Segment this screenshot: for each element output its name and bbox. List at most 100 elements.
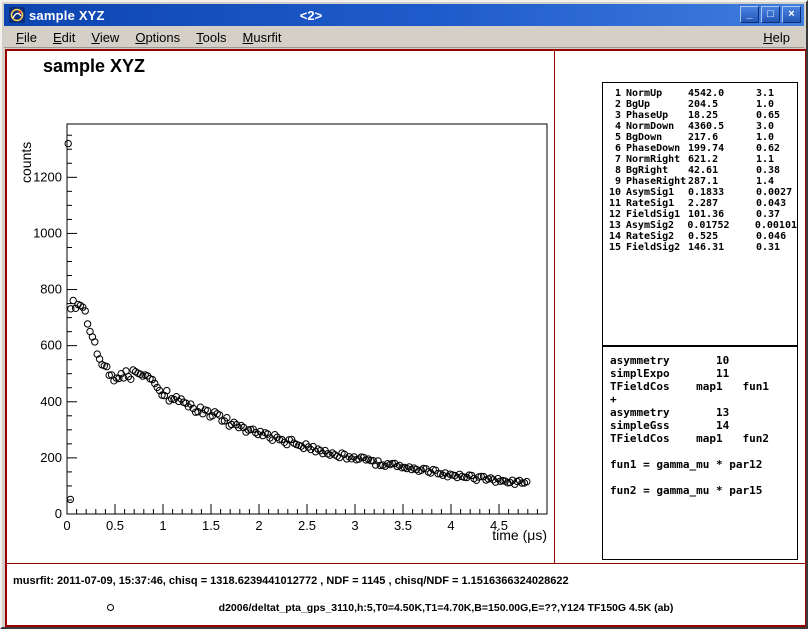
x-tick-label: 4: [447, 518, 454, 533]
x-tick-label: 1.5: [202, 518, 220, 533]
y-axis: 020040060080010001200: [33, 135, 77, 521]
parameter-pval: 621.2: [688, 154, 756, 165]
parameter-row: 9PhaseRight287.11.4: [607, 176, 797, 187]
parameter-row: 10AsymSig10.18330.0027: [607, 187, 797, 198]
parameter-pn: 11: [607, 198, 621, 209]
parameter-perr: 1.1: [756, 154, 797, 165]
parameter-pval: 199.74: [688, 143, 756, 154]
parameter-pname: NormRight: [626, 154, 688, 165]
parameter-pn: 2: [607, 99, 621, 110]
fit-info-text: musrfit: 2011-07-09, 15:37:46, chisq = 1…: [13, 575, 569, 587]
theory-line: TFieldCos map1 fun1: [610, 380, 797, 393]
y-tick-label: 800: [40, 282, 62, 297]
parameter-pval: 101.36: [688, 209, 756, 220]
parameter-perr: 1.4: [756, 176, 797, 187]
parameter-perr: 3.1: [756, 88, 797, 99]
parameter-perr: 0.046: [756, 231, 797, 242]
parameter-perr: 3.0: [756, 121, 797, 132]
parameters-box[interactable]: 1NormUp4542.03.12BgUp204.51.03PhaseUp18.…: [602, 82, 798, 346]
parameter-pn: 14: [607, 231, 621, 242]
legend: d2006/deltat_pta_gps_3110,h:5,T0=4.50K,T…: [7, 601, 805, 617]
theory-line: fun2 = gamma_mu * par15: [610, 484, 797, 497]
parameter-pval: 0.01752: [687, 220, 754, 231]
scatter-points: [65, 140, 530, 502]
close-icon: ×: [788, 9, 794, 20]
x-tick-label: 1: [159, 518, 166, 533]
root-canvas[interactable]: sample XYZ 00.511.522.533.544.5020040060…: [5, 49, 807, 627]
y-tick-label: 200: [40, 450, 62, 465]
parameter-pname: BgDown: [626, 132, 688, 143]
parameter-pval: 4360.5: [688, 121, 756, 132]
theory-line: +: [610, 393, 797, 406]
theory-line: asymmetry 13: [610, 406, 797, 419]
close-button[interactable]: ×: [782, 6, 801, 23]
parameter-pname: NormUp: [626, 88, 688, 99]
parameter-pn: 9: [607, 176, 621, 187]
parameter-perr: 1.0: [756, 99, 797, 110]
menu-item-musrfit[interactable]: Musrfit: [235, 28, 290, 47]
y-tick-label: 400: [40, 394, 62, 409]
theory-box[interactable]: asymmetry 10simplExpo 11TFieldCos map1 f…: [602, 346, 798, 560]
titlebar[interactable]: sample XYZ <2> _□ ×: [4, 4, 804, 26]
parameter-pname: NormDown: [626, 121, 688, 132]
x-tick-label: 0.5: [106, 518, 124, 533]
theory-line: [610, 471, 797, 484]
plot-frame: [67, 124, 547, 514]
parameter-pval: 217.6: [688, 132, 756, 143]
parameter-pn: 4: [607, 121, 621, 132]
parameter-pname: AsymSig1: [626, 187, 688, 198]
parameter-row: 3PhaseUp18.250.65: [607, 110, 797, 121]
muon-decay-plot[interactable]: 00.511.522.533.544.502004006008001000120…: [7, 51, 555, 563]
window-controls: _□ ×: [740, 6, 801, 23]
parameter-pval: 0.525: [688, 231, 756, 242]
open-circle-marker: [107, 604, 114, 611]
parameter-pval: 42.61: [688, 165, 756, 176]
parameter-pval: 18.25: [688, 110, 756, 121]
x-tick-label: 3.5: [394, 518, 412, 533]
parameter-pval: 2.287: [688, 198, 756, 209]
menu-item-file[interactable]: File: [8, 28, 45, 47]
x-tick-label: 2.5: [298, 518, 316, 533]
menu-item-edit[interactable]: Edit: [45, 28, 83, 47]
parameter-pn: 10: [607, 187, 621, 198]
parameter-row: 5BgDown217.61.0: [607, 132, 797, 143]
parameter-row: 12FieldSig1101.360.37: [607, 209, 797, 220]
x-axis: 00.511.522.533.544.5: [63, 504, 537, 533]
parameter-pn: 7: [607, 154, 621, 165]
theory-line: asymmetry 10: [610, 354, 797, 367]
window-title: sample XYZ: [29, 8, 105, 23]
parameter-row: 13AsymSig20.017520.00101: [607, 220, 797, 231]
menu-item-tools[interactable]: Tools: [188, 28, 234, 47]
parameter-pn: 6: [607, 143, 621, 154]
x-tick-label: 0: [63, 518, 70, 533]
parameter-pn: 13: [607, 220, 621, 231]
parameter-row: 11RateSig12.2870.043: [607, 198, 797, 209]
menu-item-help[interactable]: Help: [755, 28, 798, 47]
parameter-pname: BgRight: [626, 165, 688, 176]
parameter-pn: 3: [607, 110, 621, 121]
theory-line: simpleGss 14: [610, 419, 797, 432]
maximize-button[interactable]: □: [761, 6, 780, 23]
data-point: [216, 412, 222, 418]
parameter-row: 7 NormRight621.21.1: [607, 154, 797, 165]
parameter-pname: RateSig1: [626, 198, 688, 209]
parameter-pn: 12: [607, 209, 621, 220]
parameter-perr: 0.37: [756, 209, 797, 220]
menu-item-view[interactable]: View: [83, 28, 127, 47]
x-tick-label: 3: [351, 518, 358, 533]
menubar: FileEditViewOptionsToolsMusrfit Help: [4, 27, 804, 48]
parameter-pname: BgUp: [626, 99, 688, 110]
parameter-perr: 0.00101: [755, 220, 797, 231]
parameter-row: 6PhaseDown199.740.62: [607, 143, 797, 154]
data-point: [67, 496, 73, 502]
parameter-pname: FieldSig2: [626, 242, 688, 253]
window-subtitle: <2>: [266, 8, 356, 23]
parameter-pname: PhaseUp: [626, 110, 688, 121]
minimize-button[interactable]: _: [740, 6, 759, 23]
parameter-pn: 1: [607, 88, 621, 99]
menu-item-options[interactable]: Options: [127, 28, 188, 47]
parameter-row: 8BgRight42.610.38: [607, 165, 797, 176]
app-icon: [8, 7, 26, 23]
y-tick-label: 1000: [33, 225, 62, 240]
y-tick-label: 600: [40, 338, 62, 353]
